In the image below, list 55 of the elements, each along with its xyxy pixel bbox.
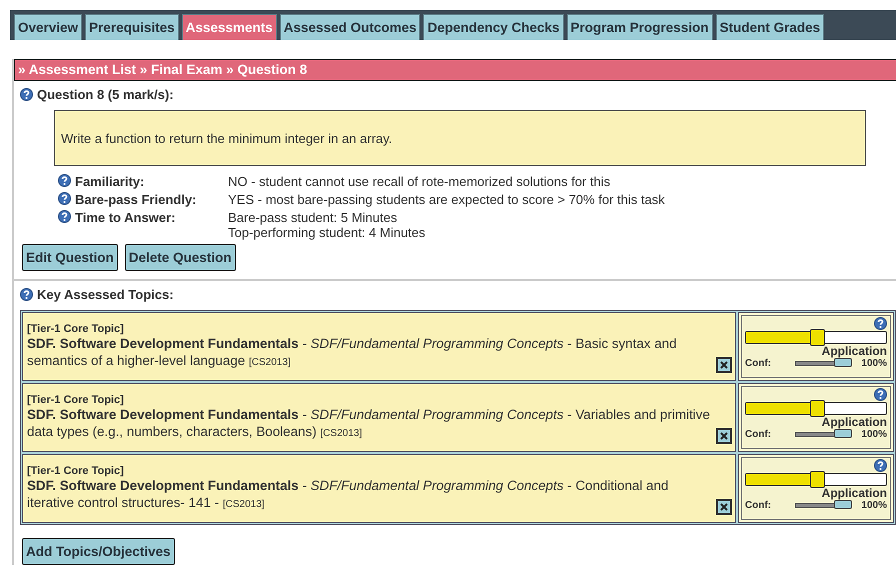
confidence-label: Conf: xyxy=(745,358,772,369)
close-icon xyxy=(720,432,728,440)
confidence-label: Conf: xyxy=(745,429,772,440)
nav-tab[interactable]: Program Progression xyxy=(566,14,713,40)
nav-tab[interactable]: Assessed Outcomes xyxy=(280,14,420,40)
help-icon[interactable] xyxy=(58,174,71,187)
level-slider[interactable] xyxy=(745,473,887,486)
help-icon[interactable] xyxy=(58,210,71,223)
action-button[interactable]: Delete Question xyxy=(124,244,236,271)
help-icon[interactable] xyxy=(58,192,71,205)
confidence-reading: 100% xyxy=(861,429,887,440)
level-label: Application xyxy=(820,344,887,358)
confidence-slider[interactable] xyxy=(795,361,852,366)
nav-tab[interactable]: Prerequisites xyxy=(85,14,179,40)
property-label: Familiarity: xyxy=(75,174,144,189)
action-button[interactable]: Edit Question xyxy=(22,244,118,271)
help-icon[interactable] xyxy=(20,88,33,101)
topic-description: SDF. Software Development Fundamentals - SDF/Fundamental Programming Concepts - Variables and primitive data types (e.g., numbers, characters, Booleans) [CS2013] xyxy=(27,406,711,441)
delete-button[interactable] xyxy=(716,357,732,373)
help-icon[interactable] xyxy=(874,459,887,472)
confidence-slider[interactable] xyxy=(795,432,852,437)
level-slider[interactable] xyxy=(745,331,887,344)
property-value: Top-performing student: 4 Minutes xyxy=(228,225,426,240)
topic-description: SDF. Software Development Fundamentals - SDF/Fundamental Programming Concepts - Conditional and iterative control structures- 141 - [CS2013] xyxy=(27,477,670,512)
tier-label: [Tier-1 Core Topic] xyxy=(27,465,125,477)
confidence-slider[interactable] xyxy=(795,503,852,508)
question-text: Write a function to return the minimum integer in an array. xyxy=(54,110,866,166)
nav-tab[interactable]: Overview xyxy=(14,14,82,40)
question-heading: Question 8 (5 mark/s): xyxy=(37,87,174,102)
confidence-reading: 100% xyxy=(861,358,887,369)
confidence-label: Conf: xyxy=(745,500,772,511)
add-topics-button[interactable]: Add Topics/Objectives xyxy=(22,538,175,565)
nav-tab[interactable]: Student Grades xyxy=(716,14,824,40)
close-icon xyxy=(720,361,728,369)
delete-button[interactable] xyxy=(716,428,732,444)
nav-tab[interactable]: Dependency Checks xyxy=(423,14,564,40)
level-label: Application xyxy=(820,486,887,500)
property-value: Bare-pass student: 5 Minutes xyxy=(228,210,398,225)
topics-heading: Key Assessed Topics: xyxy=(37,287,174,302)
property-label: Bare-pass Friendly: xyxy=(75,192,196,207)
level-label: Application xyxy=(820,415,887,429)
tier-label: [Tier-1 Core Topic] xyxy=(27,323,125,335)
property-label: Time to Answer: xyxy=(75,210,176,225)
close-icon xyxy=(720,503,728,511)
delete-button[interactable] xyxy=(716,499,732,515)
tier-label: [Tier-1 Core Topic] xyxy=(27,394,125,406)
confidence-reading: 100% xyxy=(861,500,887,511)
level-slider[interactable] xyxy=(745,402,887,415)
breadcrumb-bar: » Assessment List » Final Exam » Question 8 xyxy=(14,59,896,81)
help-icon[interactable] xyxy=(874,388,887,401)
topic-description: SDF. Software Development Fundamentals - SDF/Fundamental Programming Concepts - Basic syntax and semantics of a higher-level language [CS2013] xyxy=(27,335,678,370)
property-value: NO - student cannot use recall of rote-memorized solutions for this xyxy=(228,174,612,189)
help-icon[interactable] xyxy=(874,317,887,330)
help-icon[interactable] xyxy=(20,288,33,301)
property-value: YES - most bare-passing students are expected to score > 70% for this task xyxy=(228,192,666,207)
